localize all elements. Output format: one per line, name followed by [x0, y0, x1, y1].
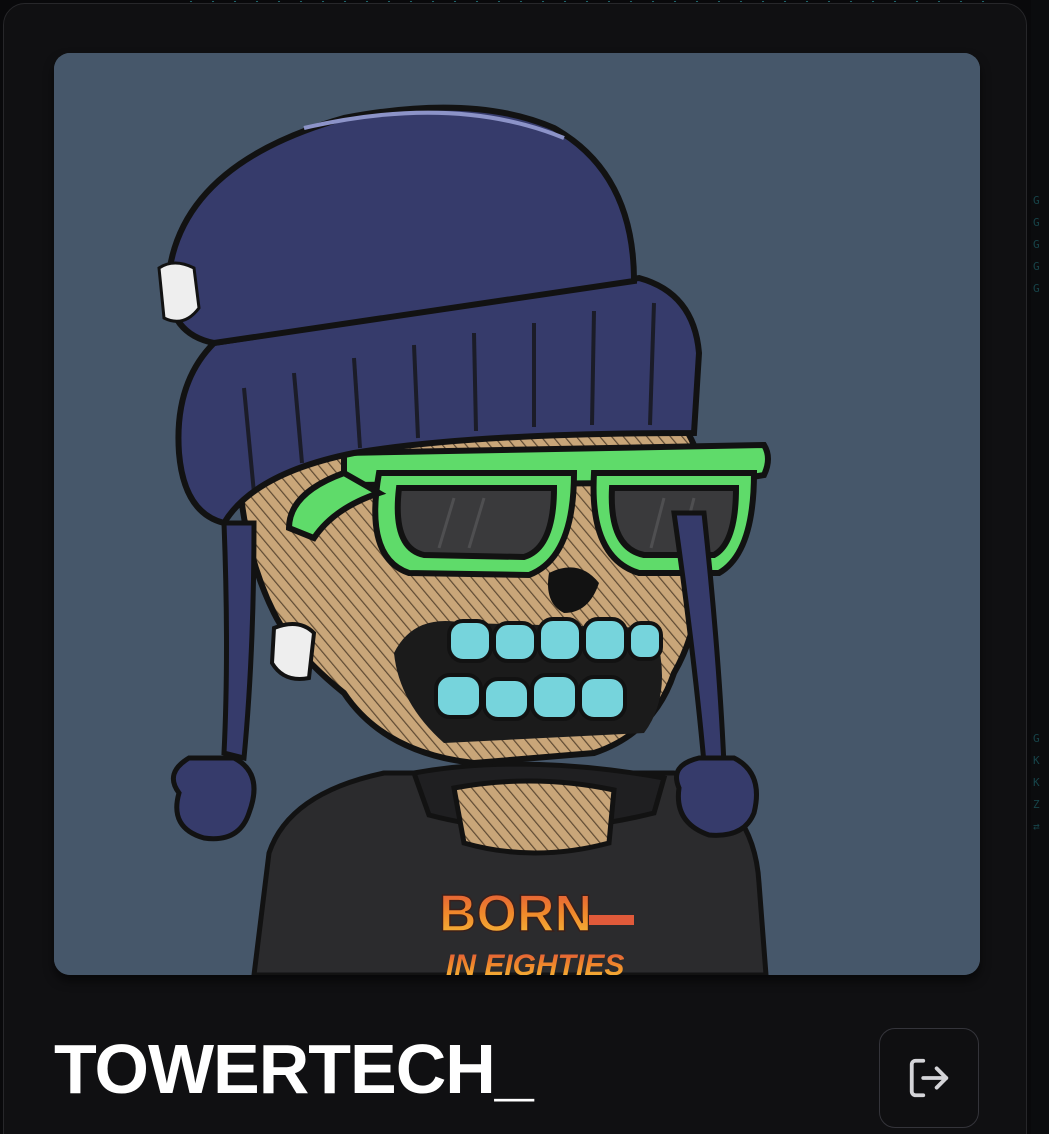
background-code-char: G [1033, 732, 1040, 745]
profile-card: BORN IN EIGHTIES TOWERTECH_ [3, 3, 1027, 1134]
logout-button[interactable] [879, 1028, 979, 1128]
background-code-char: K [1033, 754, 1040, 767]
background-code-char: G [1033, 282, 1040, 295]
background-code-char: K [1033, 776, 1040, 789]
avatar: BORN IN EIGHTIES [54, 53, 980, 975]
shirt-print-subtext: IN EIGHTIES [446, 949, 624, 975]
background-code-char: G [1033, 260, 1040, 273]
background-code-strip: G G G G G G K K Z ⇄ [1031, 0, 1049, 1134]
background-code-char: ⇄ [1033, 820, 1040, 833]
background-code-char: Z [1033, 798, 1040, 811]
shirt-print-text: BORN [439, 885, 592, 943]
username-title: TOWERTECH_ [54, 1030, 534, 1108]
logout-icon [909, 1058, 949, 1098]
background-code-char: G [1033, 194, 1040, 207]
avatar-image: BORN IN EIGHTIES [54, 53, 980, 975]
background-code-char: G [1033, 216, 1040, 229]
background-code-char: G [1033, 238, 1040, 251]
background-dots [180, 0, 1000, 2]
